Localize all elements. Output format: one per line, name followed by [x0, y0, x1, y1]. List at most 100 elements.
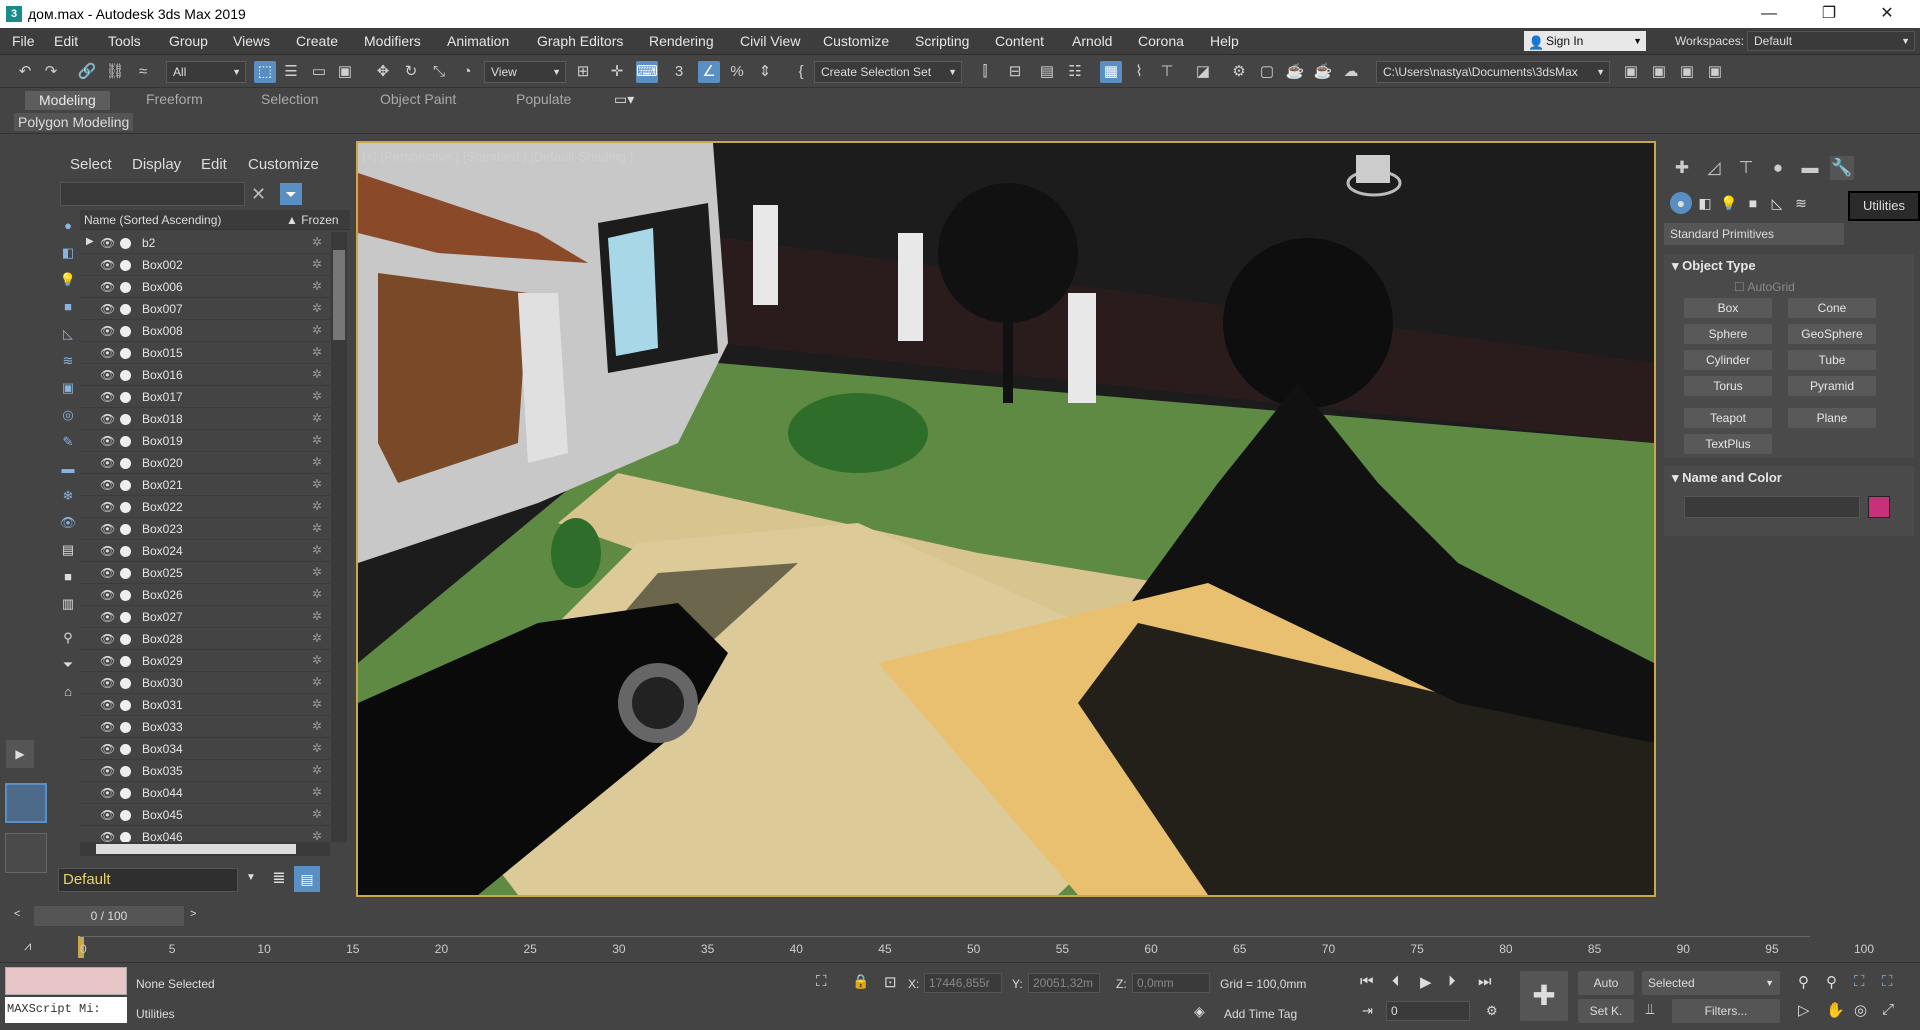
box-button[interactable]: Box [1684, 298, 1772, 318]
menu-scripting[interactable]: Scripting [915, 33, 969, 49]
rotate-icon[interactable]: ↻ [400, 61, 422, 83]
frozen-icon[interactable]: ✲ [312, 455, 322, 469]
display-invert-icon[interactable]: ▥ [59, 595, 77, 613]
frozen-icon[interactable]: ✲ [312, 653, 322, 667]
menu-group[interactable]: Group [169, 33, 208, 49]
render-setup-icon[interactable]: ⚙ [1228, 61, 1250, 83]
column-name[interactable]: Name (Sorted Ascending) [84, 213, 221, 227]
key-mode-icon[interactable]: ⇥ [1362, 1003, 1373, 1019]
helpers-icon[interactable]: ◺ [1766, 192, 1788, 214]
polygon-modeling-panel[interactable]: Polygon Modeling [14, 113, 134, 131]
list-item[interactable]: 👁 Box007 ✲ [80, 298, 330, 320]
maximize-viewport-icon[interactable]: ⤢ [1882, 1001, 1894, 1018]
list-item[interactable]: 👁 Box033 ✲ [80, 716, 330, 738]
frozen-icon[interactable]: ✲ [312, 829, 322, 842]
display-frozen-icon[interactable]: ❄ [59, 487, 77, 505]
restore-button[interactable]: ❐ [1806, 2, 1852, 26]
rendered-frame-icon[interactable]: ▢ [1256, 61, 1278, 83]
pivot-center-icon[interactable]: ⊞ [572, 61, 594, 83]
frozen-icon[interactable]: ✲ [312, 477, 322, 491]
minimize-button[interactable]: — [1746, 2, 1792, 26]
mirror-icon[interactable]: ⫿ [974, 61, 996, 83]
frozen-icon[interactable]: ✲ [312, 521, 322, 535]
visibility-icon[interactable]: 👁 [100, 786, 115, 800]
visibility-icon[interactable]: 👁 [100, 390, 115, 404]
visibility-icon[interactable]: 👁 [100, 742, 115, 756]
plane-button[interactable]: Plane [1788, 408, 1876, 428]
list-item[interactable]: 👁 Box034 ✲ [80, 738, 330, 760]
align-icon[interactable]: ⊟ [1004, 61, 1026, 83]
list-item[interactable]: 👁 Box020 ✲ [80, 452, 330, 474]
list-item[interactable]: 👁 Box019 ✲ [80, 430, 330, 452]
create-key-button[interactable]: ✚ [1520, 971, 1568, 1021]
display-lights-icon[interactable]: 💡 [59, 271, 77, 289]
list-item[interactable]: 👁 Box027 ✲ [80, 606, 330, 628]
frozen-icon[interactable]: ✲ [312, 345, 322, 359]
frozen-icon[interactable]: ✲ [312, 741, 322, 755]
create-tab-icon[interactable]: ✚ [1670, 156, 1694, 180]
list-item[interactable]: 👁 Box035 ✲ [80, 760, 330, 782]
menu-arnold[interactable]: Arnold [1072, 33, 1112, 49]
autogrid-checkbox[interactable]: ☐ AutoGrid [1734, 280, 1795, 294]
frozen-icon[interactable]: ✲ [312, 389, 322, 403]
next-frame-icon[interactable]: ⏵ [1448, 973, 1456, 990]
filter-icon[interactable]: ⏷ [59, 656, 77, 674]
spinner-snap-icon[interactable]: ⇕ [754, 61, 776, 83]
expand-panel-icon[interactable]: ▶ [6, 740, 34, 768]
project-icon-1[interactable]: ▣ [1620, 61, 1642, 83]
visibility-icon[interactable]: 👁 [100, 236, 115, 250]
visibility-icon[interactable]: 👁 [100, 830, 115, 842]
previous-frame-icon[interactable]: ⏴ [1392, 973, 1400, 990]
column-frozen[interactable]: ▲ Frozen [286, 213, 339, 227]
select-object-icon[interactable]: ⬚ [254, 61, 276, 83]
absolute-mode-icon[interactable]: ⊡ [884, 973, 897, 991]
frozen-icon[interactable]: ✲ [312, 785, 322, 799]
play-icon[interactable]: ▶ [1420, 973, 1432, 991]
list-item[interactable]: 👁 Box046 ✲ [80, 826, 330, 842]
angle-snap-icon[interactable]: ∠ [698, 61, 720, 83]
visibility-icon[interactable]: 👁 [100, 280, 115, 294]
select-by-name-icon[interactable]: ☰ [280, 61, 302, 83]
menu-content[interactable]: Content [995, 33, 1044, 49]
z-coordinate-field[interactable]: 0,0mm [1132, 973, 1210, 993]
project-path-dropdown[interactable]: C:\Users\nastya\Documents\3dsMax ▼ [1376, 61, 1610, 83]
y-coordinate-field[interactable]: 20051,32m [1028, 973, 1100, 993]
object-type-header[interactable]: ▾ Object Type [1672, 258, 1756, 274]
viewport-label[interactable]: [+] [Perspective ] [Standard ] [Default … [362, 149, 633, 164]
cone-button[interactable]: Cone [1788, 298, 1876, 318]
project-icon-2[interactable]: ▣ [1648, 61, 1670, 83]
isolate-icon[interactable]: ⛶ [816, 973, 827, 990]
visibility-icon[interactable]: 👁 [100, 698, 115, 712]
time-tag-icon[interactable]: ◈ [1194, 1003, 1205, 1020]
display-none-icon[interactable]: ■ [59, 568, 77, 586]
visibility-icon[interactable]: 👁 [100, 720, 115, 734]
explorer-vertical-scrollbar[interactable] [331, 232, 347, 842]
menu-create[interactable]: Create [296, 33, 338, 49]
menu-help[interactable]: Help [1210, 33, 1239, 49]
current-frame-field[interactable]: 0 [1386, 1001, 1470, 1021]
visibility-icon[interactable]: 👁 [100, 258, 115, 272]
scrollbar-thumb[interactable] [96, 844, 296, 854]
filters-button[interactable]: Filters... [1672, 999, 1780, 1023]
tab-populate[interactable]: Populate [516, 91, 571, 107]
scene-explorer-icon[interactable]: ▤ [294, 866, 320, 892]
menu-edit[interactable]: Edit [54, 33, 78, 49]
modify-tab-icon[interactable]: ◿ [1702, 156, 1726, 180]
visibility-icon[interactable]: 👁 [100, 478, 115, 492]
prev-frame-icon[interactable]: < [14, 908, 20, 920]
cameras-icon[interactable]: ■ [1742, 192, 1764, 214]
display-tab-icon[interactable]: ▬ [1798, 156, 1822, 180]
frozen-icon[interactable]: ✲ [312, 763, 322, 777]
menu-tools[interactable]: Tools [108, 33, 141, 49]
keyboard-shortcut-icon[interactable]: ⌨ [636, 61, 658, 83]
list-item[interactable]: 👁 Box045 ✲ [80, 804, 330, 826]
list-item[interactable]: 👁 Box008 ✲ [80, 320, 330, 342]
snaps-toggle-icon[interactable]: 3 [668, 61, 690, 83]
textplus-button[interactable]: TextPlus [1684, 434, 1772, 454]
display-geometry-icon[interactable]: ● [59, 217, 77, 235]
bind-space-warp-icon[interactable]: ≈ [132, 61, 154, 83]
sphere-button[interactable]: Sphere [1684, 324, 1772, 344]
object-color-swatch[interactable] [1868, 496, 1890, 518]
list-item[interactable]: 👁 Box016 ✲ [80, 364, 330, 386]
list-item[interactable]: 👁 Box015 ✲ [80, 342, 330, 364]
